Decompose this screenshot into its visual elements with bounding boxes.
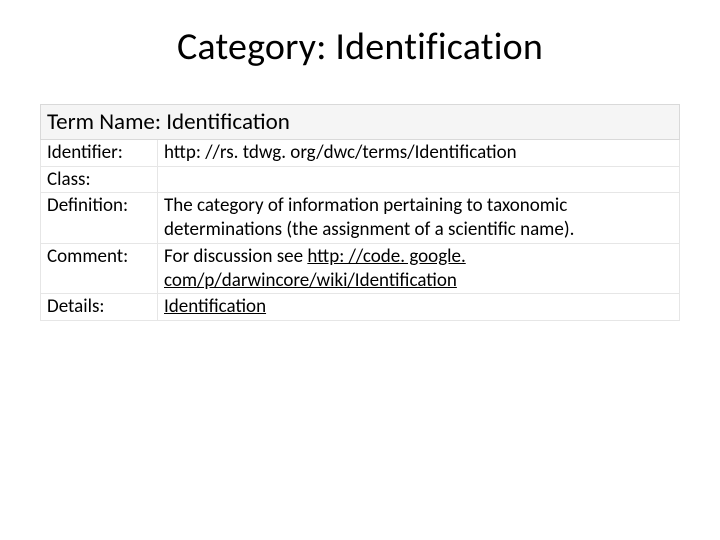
comment-label: Comment: bbox=[41, 243, 158, 294]
table-row: Details: Identification bbox=[41, 294, 680, 321]
table-row: Comment: For discussion see http: //code… bbox=[41, 243, 680, 294]
slide: Category: Identification Term Name: Iden… bbox=[0, 0, 720, 540]
comment-value: For discussion see http: //code. google.… bbox=[158, 243, 680, 294]
table-row: Identifier: http: //rs. tdwg. org/dwc/te… bbox=[41, 139, 680, 166]
term-name-header: Term Name: Identification bbox=[41, 105, 680, 140]
details-label: Details: bbox=[41, 294, 158, 321]
term-table: Term Name: Identification Identifier: ht… bbox=[40, 104, 680, 321]
definition-label: Definition: bbox=[41, 193, 158, 244]
comment-prefix: For discussion see bbox=[164, 245, 307, 268]
details-link[interactable]: Identification bbox=[164, 295, 266, 318]
class-value bbox=[158, 166, 680, 193]
class-label: Class: bbox=[41, 166, 158, 193]
details-value: Identification bbox=[158, 294, 680, 321]
identifier-value: http: //rs. tdwg. org/dwc/terms/Identifi… bbox=[158, 139, 680, 166]
table-row: Definition: The category of information … bbox=[41, 193, 680, 244]
term-header-row: Term Name: Identification bbox=[41, 105, 680, 140]
definition-value: The category of information pertaining t… bbox=[158, 193, 680, 244]
page-title: Category: Identification bbox=[40, 24, 680, 70]
identifier-label: Identifier: bbox=[41, 139, 158, 166]
table-row: Class: bbox=[41, 166, 680, 193]
